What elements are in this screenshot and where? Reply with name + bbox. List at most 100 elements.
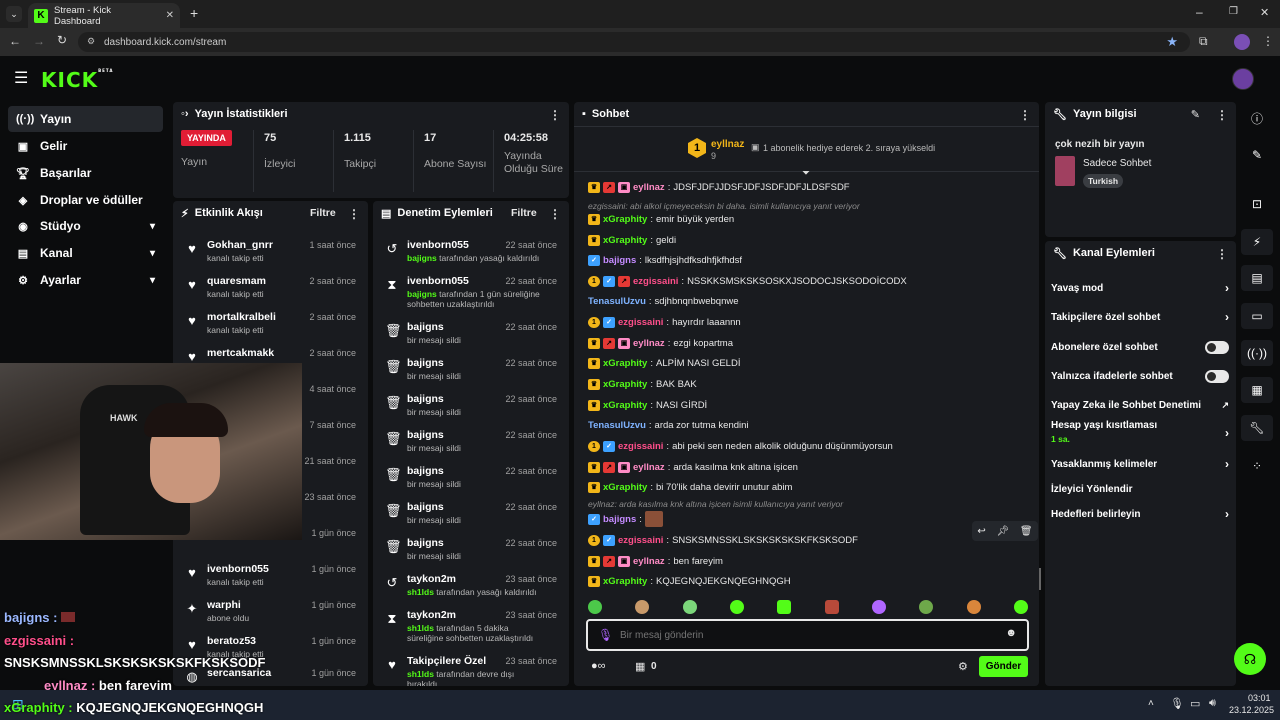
- emote-icon[interactable]: [966, 600, 981, 614]
- chat-scrollbar[interactable]: [1039, 568, 1041, 590]
- sidebar-item-ayarlar[interactable]: ⚙ Ayarlar ▾: [8, 267, 163, 293]
- display-icon[interactable]: ▭: [1190, 697, 1200, 710]
- clock-date[interactable]: 23.12.2025: [1229, 705, 1274, 715]
- shop-icon[interactable]: ▦: [635, 660, 645, 673]
- emote-icon[interactable]: [1013, 600, 1028, 614]
- chat-message[interactable]: ♛ ↗ ▣ eyllnaz: JDSFJDFJJDSFJDFJSDFJDFJLDSFSD…: [588, 178, 850, 196]
- browser-tab[interactable]: K Stream - Kick Dashboard ✕: [28, 3, 180, 28]
- emote-icon[interactable]: [588, 600, 602, 614]
- chat-settings-icon[interactable]: ⚙: [958, 660, 968, 673]
- chat-username[interactable]: eyllnaz: [633, 462, 665, 473]
- list-item[interactable]: 🗑︎ bajigns bir mesajı sildi 22 saat önce: [373, 317, 569, 353]
- emote-icon[interactable]: [777, 600, 792, 614]
- more-options-icon[interactable]: ⋮: [549, 207, 561, 221]
- list-item[interactable]: ↺ taykon2m sh1lds tarafından yasağı kaldır…: [373, 569, 569, 605]
- list-item[interactable]: ↺ ivenborn055 bajigns tarafından yasağı ka…: [373, 235, 569, 271]
- chat-username[interactable]: eyllnaz: [633, 182, 665, 193]
- chat-username[interactable]: bajigns: [603, 255, 636, 266]
- forward-icon[interactable]: →: [33, 34, 45, 48]
- points-icon[interactable]: ●∞: [591, 660, 606, 672]
- back-icon[interactable]: ←: [9, 34, 21, 48]
- reload-icon[interactable]: ↻: [57, 33, 67, 47]
- microphone-icon[interactable]: 🎙︎: [598, 628, 613, 642]
- hamburger-menu-icon[interactable]: ☰: [14, 68, 28, 88]
- chat-message[interactable]: ✓ bajigns: lksdfhjsjhdfksdhfjkfhdsf: [588, 251, 742, 269]
- chat-username[interactable]: xGraphity: [603, 482, 647, 493]
- chat-username[interactable]: eyllnaz: [633, 556, 665, 567]
- redirect-viewers-row[interactable]: İzleyici Yönlendir: [1051, 478, 1233, 500]
- subscribers-only-toggle[interactable]: [1205, 340, 1229, 354]
- chat-message[interactable]: ♛ xGraphity: emir büyük yerden: [588, 210, 734, 228]
- chat-message[interactable]: 1 ✓ ezgissaini: abi peki sen neden alkolik …: [588, 437, 893, 455]
- sidebar-item-gelir[interactable]: ▣ Gelir: [8, 133, 163, 159]
- pin-icon[interactable]: 📌︎: [996, 526, 1009, 537]
- microphone-icon[interactable]: 🎙︎: [1170, 697, 1184, 710]
- pinned-user[interactable]: eyllnaz: [711, 139, 744, 150]
- list-item[interactable]: 🗑︎ bajigns bir mesajı sildi 22 saat önce: [373, 533, 569, 569]
- chat-username[interactable]: ezgissaini: [618, 317, 663, 328]
- points-rail-button[interactable]: ⁘: [1241, 453, 1273, 479]
- account-age-row[interactable]: Hesap yaşı kısıtlaması 1 sa. ›: [1051, 420, 1233, 448]
- chat-message-field[interactable]: [620, 626, 990, 644]
- chat-message[interactable]: ♛ xGraphity: NASI GİRDİ: [588, 396, 707, 414]
- list-item[interactable]: ♥ Gokhan_gnrr kanalı takip etti 1 saat önce: [173, 235, 368, 271]
- profile-avatar[interactable]: [1234, 34, 1250, 50]
- chat-message[interactable]: ♛ xGraphity: bi 70'lik daha devirir unutur…: [588, 478, 792, 496]
- url-field[interactable]: ⚙ dashboard.kick.com/stream ★: [78, 32, 1190, 52]
- sidebar-item-yayin[interactable]: ((·)) Yayın: [8, 106, 163, 132]
- bookmark-star-icon[interactable]: ★: [1166, 34, 1178, 50]
- sidebar-item-basarilar[interactable]: 🏆︎ Başarılar: [8, 160, 163, 186]
- emote-icon[interactable]: [682, 600, 697, 614]
- chat-username[interactable]: xGraphity: [603, 358, 647, 369]
- emotes-only-toggle[interactable]: [1205, 369, 1229, 383]
- sidebar-item-droplar[interactable]: ◈ Droplar ve ödüller: [8, 187, 163, 213]
- filter-button[interactable]: Filtre: [511, 207, 537, 219]
- emote-icon[interactable]: [635, 600, 650, 614]
- category-name[interactable]: Sadece Sohbet: [1083, 158, 1151, 169]
- edit-rail-button[interactable]: ✎: [1241, 142, 1273, 168]
- chat-message[interactable]: ✓ bajigns:: [588, 510, 666, 528]
- user-avatar[interactable]: [1232, 68, 1254, 90]
- emote-icon[interactable]: [871, 600, 886, 614]
- chat-message[interactable]: ♛ xGraphity: ALPİM NASI GELDİ: [588, 354, 740, 372]
- slow-mode-row[interactable]: Yavaş mod ›: [1051, 277, 1233, 299]
- more-options-icon[interactable]: ⋮: [1216, 108, 1228, 122]
- tray-chevron-icon[interactable]: ˄: [1148, 698, 1154, 709]
- list-item[interactable]: ♥ quaresmam kanalı takip etti 2 saat önce: [173, 271, 368, 307]
- chat-message[interactable]: 1 ✓ ezgissaini: SNSKSMNSSKLSKSKSKSKSKFKSKSO…: [588, 531, 858, 549]
- chat-rail-button[interactable]: ▭: [1241, 303, 1273, 329]
- chat-message[interactable]: ♛ xGraphity: BAK BAK: [588, 375, 697, 393]
- chat-username[interactable]: TenasulUzvu: [588, 296, 646, 307]
- emote-icon[interactable]: [919, 600, 934, 614]
- chat-username[interactable]: eyllnaz: [633, 338, 665, 349]
- emoji-icon[interactable]: ☻: [1005, 627, 1017, 639]
- close-window-icon[interactable]: ✕: [1260, 6, 1269, 19]
- chat-message[interactable]: ♛ xGraphity: geldi: [588, 231, 676, 249]
- chat-message[interactable]: 1 ✓ ↗ ezgissaini: NSSKKSMSKSKSOSKXJSODOCJSKS…: [588, 272, 907, 290]
- list-item[interactable]: ⧗ ivenborn055 bajigns tarafından 1 gün sür…: [373, 271, 569, 317]
- list-item[interactable]: 🗑︎ bajigns bir mesajı sildi 22 saat önce: [373, 425, 569, 461]
- new-tab-icon[interactable]: +: [190, 5, 198, 21]
- more-options-icon[interactable]: ⋮: [549, 108, 561, 122]
- trash-icon[interactable]: 🗑︎: [1020, 526, 1033, 537]
- chat-message[interactable]: ♛ ↗ ▣ eyllnaz: ben fareyim: [588, 552, 723, 570]
- extensions-icon[interactable]: ⧉: [1199, 34, 1208, 49]
- chat-message[interactable]: TenasulUzvu: sdjhbnqnbwebqnwe: [588, 292, 739, 310]
- list-item[interactable]: 🗑︎ bajigns bir mesajı sildi 22 saat önce: [373, 497, 569, 533]
- list-item[interactable]: ♥ mortalkralbeli kanalı takip etti 2 saat ö…: [173, 307, 368, 343]
- minimize-icon[interactable]: –: [1196, 5, 1203, 19]
- reply-icon[interactable]: ↩: [977, 526, 985, 537]
- edit-icon[interactable]: ✎: [1191, 108, 1200, 121]
- more-options-icon[interactable]: ⋮: [1019, 108, 1031, 122]
- volume-icon[interactable]: 🔊︎: [1209, 697, 1216, 710]
- set-goals-row[interactable]: Hedefleri belirleyin ›: [1051, 503, 1233, 525]
- list-item[interactable]: 🗑︎ bajigns bir mesajı sildi 22 saat önce: [373, 461, 569, 497]
- site-info-icon[interactable]: ⚙: [87, 36, 95, 47]
- chat-username[interactable]: ezgissaini: [618, 535, 663, 546]
- layout-rail-button[interactable]: ▦: [1241, 377, 1273, 403]
- list-item[interactable]: ✦ warphi abone oldu 1 gün önce: [173, 595, 368, 631]
- chat-message[interactable]: 1 ✓ ezgissaini: hayırdır laaannn: [588, 313, 741, 331]
- settings-rail-button[interactable]: 🔧︎: [1241, 415, 1273, 441]
- list-item[interactable]: ♥ ivenborn055 kanalı takip etti 1 gün önce: [173, 559, 368, 595]
- clock-time[interactable]: 03:01: [1248, 693, 1271, 703]
